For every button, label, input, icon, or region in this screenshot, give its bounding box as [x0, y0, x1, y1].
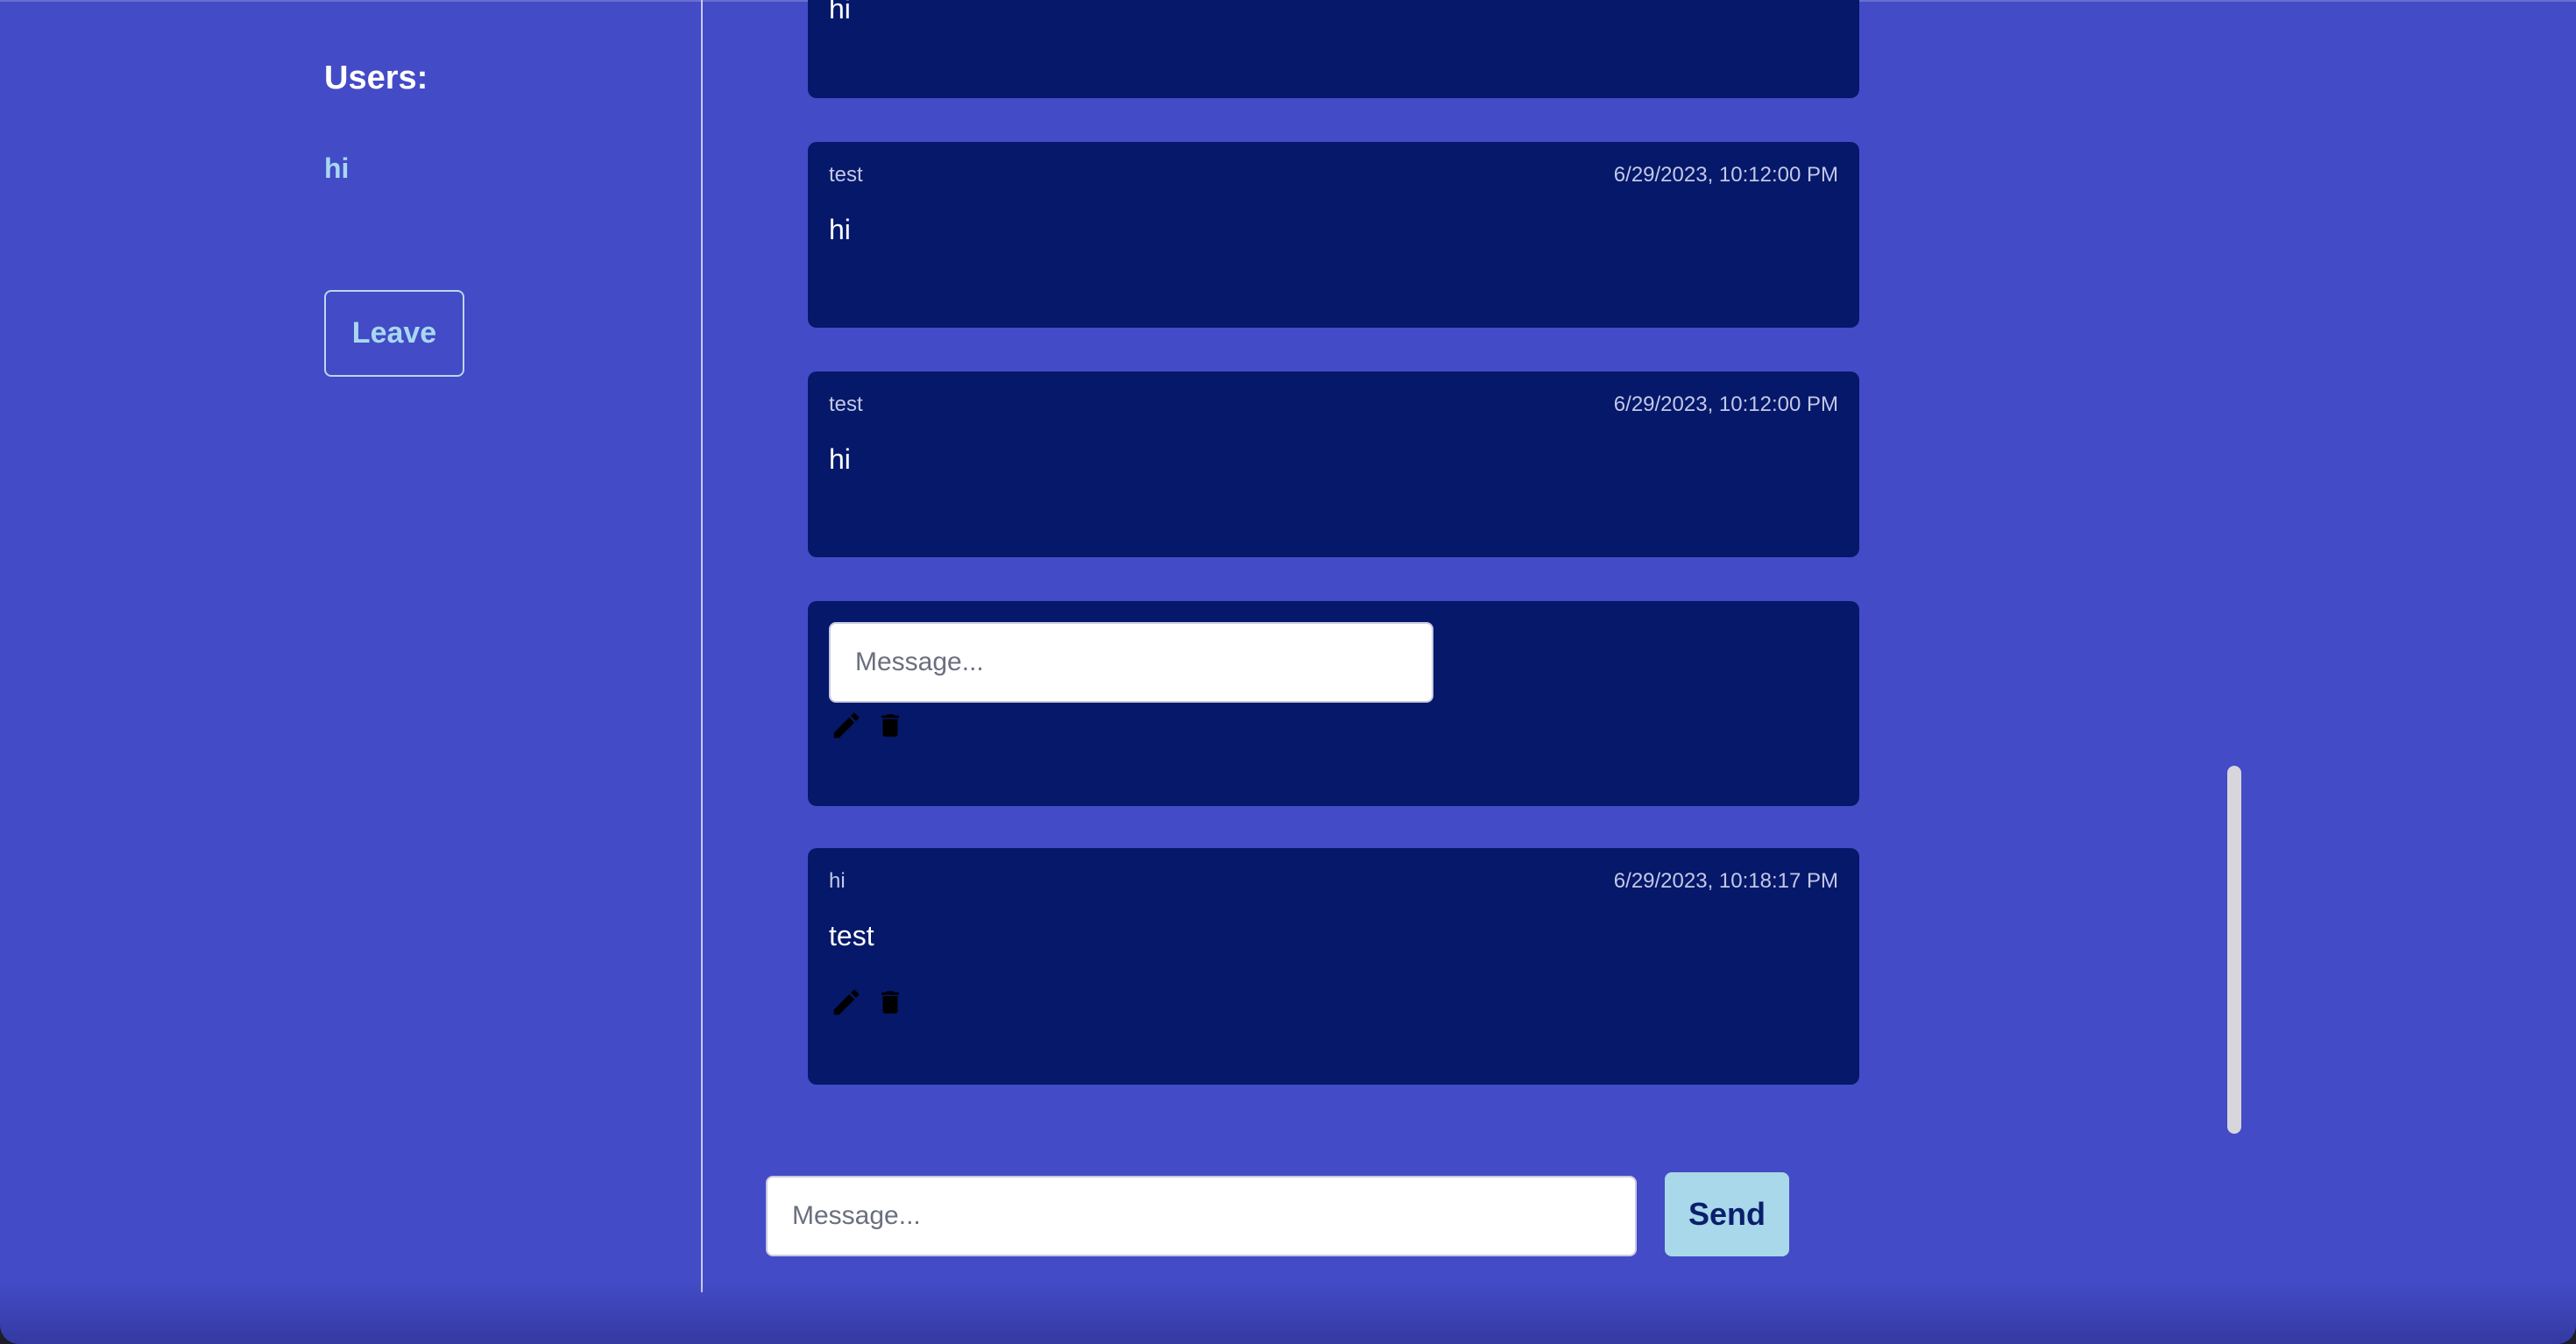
leave-button[interactable]: Leave: [324, 290, 464, 377]
edit-message-input[interactable]: [829, 622, 1433, 703]
sidebar-divider: [701, 0, 703, 1292]
send-button[interactable]: Send: [1665, 1172, 1789, 1256]
trash-icon[interactable]: [873, 985, 908, 1020]
message-author: hi: [829, 869, 846, 893]
trash-icon[interactable]: [873, 708, 908, 743]
scrollbar-thumb[interactable]: [2227, 766, 2241, 1134]
message-card: test 6/29/2023, 10:12:00 PM hi: [808, 371, 1859, 557]
message-timestamp: 6/29/2023, 10:12:00 PM: [1613, 163, 1838, 187]
message-card: hi: [808, 0, 1859, 98]
window-bottom-shadow: [0, 1283, 2576, 1344]
message-actions: [829, 985, 908, 1020]
message-actions: [829, 708, 908, 743]
message-text: test: [829, 920, 874, 951]
pencil-icon[interactable]: [829, 708, 864, 743]
user-list-item: hi: [324, 152, 350, 184]
pencil-icon[interactable]: [829, 985, 864, 1020]
message-text: hi: [829, 443, 851, 475]
message-author: test: [829, 393, 863, 416]
message-card: test 6/29/2023, 10:12:00 PM hi: [808, 142, 1859, 328]
message-input[interactable]: [766, 1176, 1637, 1256]
chat-window: Users: hi Leave hi test 6/29/2023, 10:12…: [0, 0, 2576, 1344]
message-card: hi 6/29/2023, 10:18:17 PM test: [808, 848, 1859, 1085]
users-heading: Users:: [324, 60, 428, 96]
message-author: test: [829, 163, 863, 187]
message-timestamp: 6/29/2023, 10:18:17 PM: [1613, 869, 1838, 893]
message-text: hi: [829, 0, 851, 25]
message-text: hi: [829, 214, 851, 245]
message-card-editing: [808, 601, 1859, 806]
message-timestamp: 6/29/2023, 10:12:00 PM: [1613, 393, 1838, 416]
